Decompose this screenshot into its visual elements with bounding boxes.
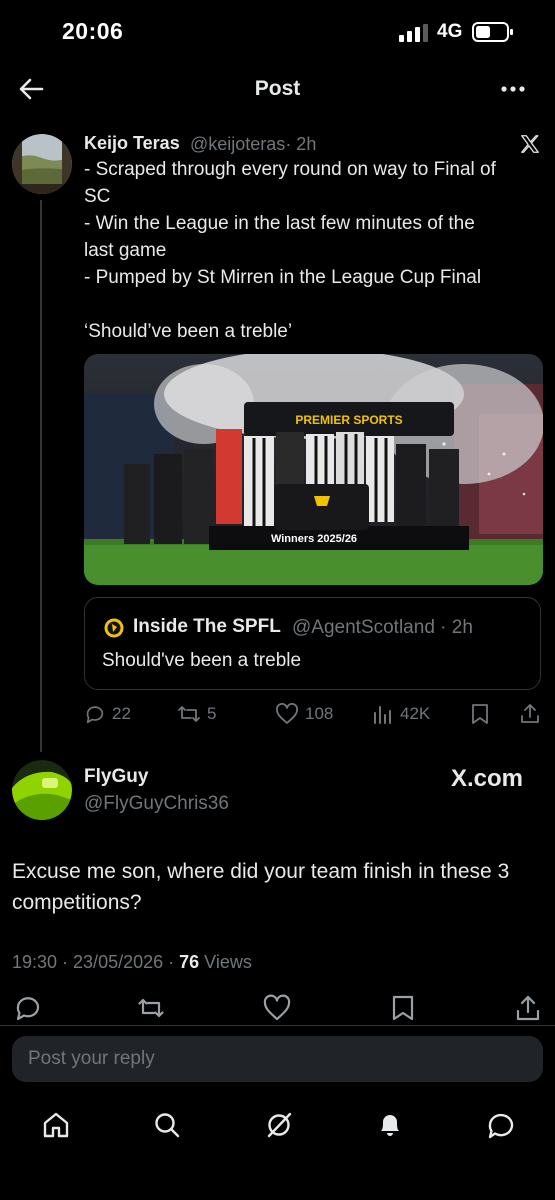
reply-icon xyxy=(86,706,104,724)
handle-text: @keijoteras xyxy=(190,134,286,154)
thread-line xyxy=(40,200,42,752)
views-count: 42K xyxy=(400,704,431,723)
x-logo-icon xyxy=(521,135,539,153)
quoted-author-name: Inside The SPFL xyxy=(133,616,281,637)
quoted-post[interactable]: Inside The SPFL @AgentScotland · 2h Shou… xyxy=(84,597,541,690)
post-meta: 19:30 · 23/05/2026 · 76 Views xyxy=(12,952,252,973)
post-text-line: - Win the League in the last few minutes… xyxy=(84,213,475,234)
search-icon[interactable] xyxy=(152,1110,182,1140)
author-name[interactable]: FlyGuy xyxy=(84,766,148,788)
messages-icon[interactable] xyxy=(486,1110,516,1140)
photo-banner: PREMIER SPORTS xyxy=(295,413,402,427)
bookmark-icon[interactable] xyxy=(469,703,491,725)
photo-podium-text: Winners 2025/26 xyxy=(271,533,357,545)
share-icon[interactable] xyxy=(514,994,542,1022)
quoted-author-handle: @AgentScotland · 2h xyxy=(292,617,473,638)
reply-button[interactable]: 22 xyxy=(84,703,131,725)
repost-icon[interactable] xyxy=(137,994,165,1022)
reply-placeholder: Post your reply xyxy=(28,1048,155,1069)
post-photo[interactable]: PREMIER SPORTS Winners 2025/26 xyxy=(84,354,543,585)
post-text-line: ‘Should’ve been a treble’ xyxy=(84,321,293,342)
post-text-line: SC xyxy=(84,186,111,207)
reply-input[interactable]: Post your reply xyxy=(12,1036,543,1082)
post-text-line: - Pumped by St Mirren in the League Cup … xyxy=(84,267,482,288)
post-text: Excuse me son, where did your team finis… xyxy=(12,860,510,914)
post-timestamp: 19:30 · 23/05/2026 · xyxy=(12,952,180,972)
views-button[interactable]: 42K xyxy=(372,703,430,725)
reply-icon[interactable] xyxy=(14,994,42,1022)
views-icon xyxy=(374,706,391,724)
author-name[interactable]: Keijo Teras xyxy=(84,133,180,154)
divider xyxy=(0,1025,555,1026)
notifications-icon[interactable] xyxy=(375,1110,405,1140)
source-label: X.com xyxy=(451,765,524,792)
signal-icon xyxy=(399,24,428,42)
post-text-line: - Scraped through every round on way to … xyxy=(84,159,496,180)
avatar[interactable] xyxy=(12,760,72,820)
views-count: 76 xyxy=(179,952,200,972)
status-time: 20:06 xyxy=(62,18,124,44)
reply-count: 22 xyxy=(112,704,131,723)
repost-button[interactable]: 5 xyxy=(177,703,216,725)
like-icon xyxy=(276,703,298,724)
like-icon[interactable] xyxy=(263,994,291,1022)
author-handle[interactable]: @FlyGuyChris36 xyxy=(84,793,229,815)
post-time: · 2h xyxy=(285,134,317,154)
quoted-text: Should've been a treble xyxy=(102,650,302,671)
like-count: 108 xyxy=(305,704,334,723)
battery-icon xyxy=(472,22,513,42)
more-icon[interactable] xyxy=(500,84,526,94)
network-type: 4G xyxy=(437,21,463,42)
grok-icon[interactable] xyxy=(264,1110,294,1140)
bookmark-icon[interactable] xyxy=(389,994,417,1022)
home-icon[interactable] xyxy=(41,1110,71,1140)
post-text-line: last game xyxy=(84,240,167,261)
author-handle[interactable]: @keijoteras· 2h xyxy=(190,134,316,155)
like-button[interactable]: 108 xyxy=(275,703,333,725)
spfl-logo-icon xyxy=(104,618,124,638)
views-label: Views xyxy=(199,952,252,972)
repost-count: 5 xyxy=(207,704,217,723)
avatar[interactable] xyxy=(12,134,72,194)
share-icon[interactable] xyxy=(519,703,541,725)
repost-icon xyxy=(178,706,200,722)
page-title: Post xyxy=(254,77,301,100)
